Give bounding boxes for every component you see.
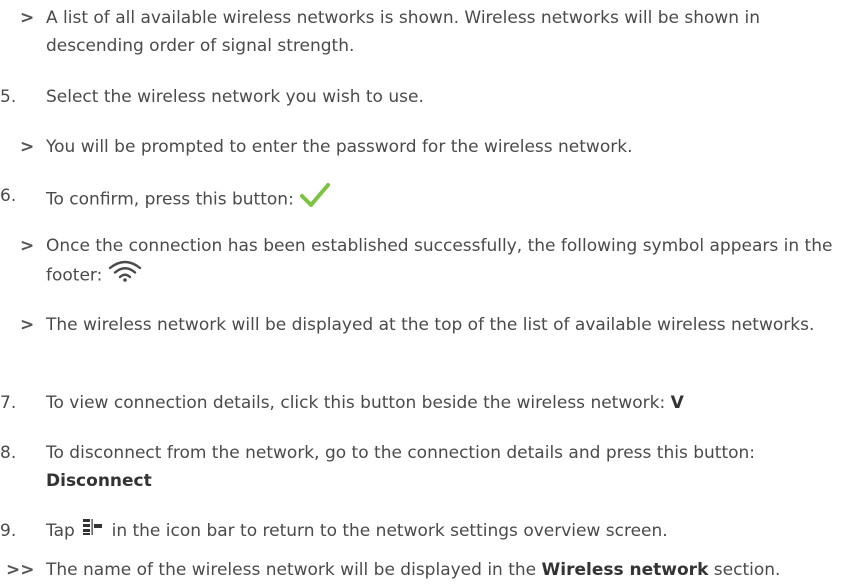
step-5: 5. Select the wireless network you wish … <box>0 83 846 111</box>
step-text: Select the wireless network you wish to … <box>46 87 424 107</box>
step-number: 6. <box>0 186 17 206</box>
step-number: 8. <box>0 443 17 463</box>
network-settings-icon <box>82 517 104 545</box>
step-text: The name of the wireless network will be… <box>46 560 537 580</box>
result-line-top-of-list: > The wireless network will be displayed… <box>0 311 846 339</box>
result-line-networks-shown: > A list of all available wireless netwo… <box>0 4 846 60</box>
step-number: 5. <box>0 87 17 107</box>
step-text: To view connection details, click this b… <box>46 393 666 413</box>
step-text: Tap <box>46 521 75 541</box>
wireless-network-section-label: Wireless network <box>541 560 709 580</box>
checkmark-icon <box>299 182 331 217</box>
disconnect-button-label: Disconnect <box>46 471 152 491</box>
result-marker: > <box>20 315 35 335</box>
step-8: 8. To disconnect from the network, go to… <box>0 439 846 495</box>
details-button-label: V <box>670 393 684 413</box>
step-number: 9. <box>0 521 17 541</box>
result-marker: > <box>20 8 35 28</box>
result-line-connected: > Once the connection has been establish… <box>0 232 846 291</box>
step-text: Once the connection has been established… <box>46 236 833 286</box>
instruction-list: > A list of all available wireless netwo… <box>0 0 846 583</box>
final-result-marker: >> <box>6 560 35 580</box>
result-marker: > <box>20 236 35 256</box>
step-text: To disconnect from the network, go to th… <box>46 443 756 463</box>
step-7: 7. To view connection details, click thi… <box>0 389 846 417</box>
step-text-after: in the icon bar to return to the network… <box>111 521 668 541</box>
step-6: 6. To confirm, press this button: <box>0 182 846 217</box>
step-text: You will be prompted to enter the passwo… <box>46 137 633 157</box>
step-text-after: section. <box>713 560 781 580</box>
step-number: 7. <box>0 393 17 413</box>
step-9: 9. Tap in the icon bar to return to the … <box>0 517 846 545</box>
step-text: To confirm, press this button: <box>46 189 294 210</box>
final-result-line: >> The name of the wireless network will… <box>0 556 846 584</box>
wifi-icon <box>108 260 142 291</box>
step-text: A list of all available wireless network… <box>46 8 760 56</box>
result-marker: > <box>20 137 35 157</box>
result-line-password: > You will be prompted to enter the pass… <box>0 133 846 161</box>
step-text: The wireless network will be displayed a… <box>46 315 815 335</box>
